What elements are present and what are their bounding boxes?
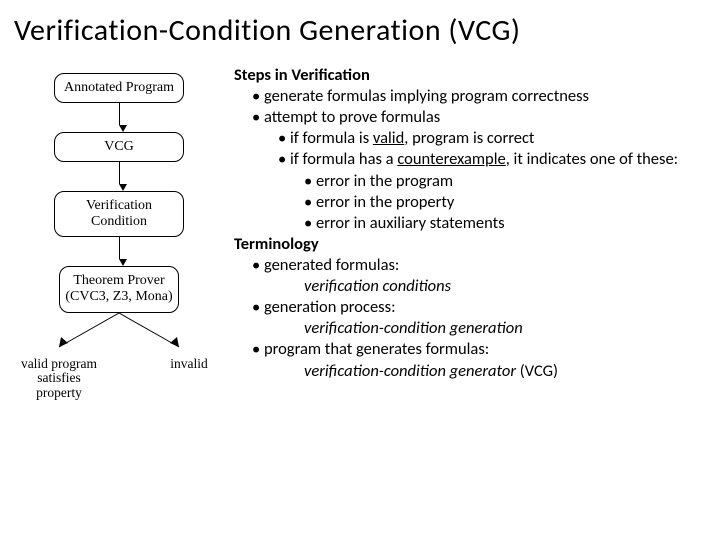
box-theorem-prover: Theorem Prover (CVC3, Z3, Mona) bbox=[59, 266, 179, 312]
leaf-valid: valid program satisfies property bbox=[19, 357, 99, 402]
bullet-err-program: error in the program bbox=[304, 171, 710, 192]
term-program-generates: program that generates formulas: bbox=[252, 339, 710, 360]
term-generation-process: generation process: bbox=[252, 297, 710, 318]
bullet-counterexample: if formula has a counterexample, it indi… bbox=[278, 149, 710, 170]
branch-leaves: valid program satisfies property invalid bbox=[19, 357, 219, 402]
box-vcg: VCG bbox=[54, 132, 184, 162]
leaf-invalid: invalid bbox=[159, 357, 219, 402]
bullet-valid: if formula is valid, program is correct bbox=[278, 128, 710, 149]
term-vc: verification conditions bbox=[234, 276, 710, 297]
heading-terminology: Terminology bbox=[234, 234, 710, 255]
bullet-attempt: attempt to prove formulas bbox=[252, 107, 710, 128]
bullet-generate: generate formulas implying program corre… bbox=[252, 86, 710, 107]
bullet-err-property: error in the property bbox=[304, 192, 710, 213]
content-area: Annotated Program VCG Verification Condi… bbox=[0, 57, 720, 401]
flow-diagram: Annotated Program VCG Verification Condi… bbox=[10, 65, 228, 401]
bullet-err-aux: error in auxiliary statements bbox=[304, 213, 710, 234]
slide-title: Verification-Condition Generation (VCG) bbox=[0, 0, 720, 57]
term-generated-formulas: generated formulas: bbox=[252, 255, 710, 276]
box-verification-condition: Verification Condition bbox=[54, 191, 184, 237]
text-content: Steps in Verification generate formulas … bbox=[228, 65, 710, 401]
branch-arrows bbox=[24, 313, 214, 357]
box-annotated-program: Annotated Program bbox=[54, 73, 184, 103]
heading-steps: Steps in Verification bbox=[234, 65, 710, 86]
term-vcg-process: verification-condition generation bbox=[234, 318, 710, 339]
term-vcg-generator: verification-condition generator (VCG) bbox=[234, 361, 710, 382]
